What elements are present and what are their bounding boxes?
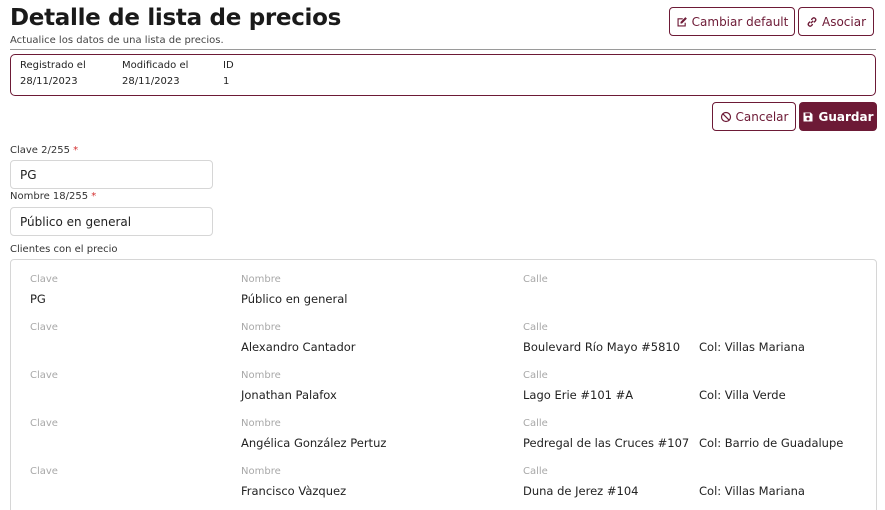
associate-button[interactable]: Asociar (798, 7, 874, 36)
client-row[interactable]: Clave PG Nombre Público en general Calle (11, 274, 876, 322)
client-row[interactable]: Clave Nombre Jonathan Palafox Calle Lago E… (11, 370, 876, 418)
client-clave: Clave (30, 322, 58, 333)
client-colonia: Col: Villa Verde (699, 388, 786, 402)
nombre-input[interactable] (10, 207, 213, 236)
change-default-button[interactable]: Cambiar default (669, 7, 795, 36)
registered-label: Registrado el (20, 60, 86, 71)
modified-info: Modificado el 28/11/2023 (122, 60, 188, 87)
client-nombre: Nombre Alexandro Cantador (241, 322, 356, 354)
clave-input[interactable] (10, 160, 213, 189)
client-nombre: Nombre Jonathan Palafox (241, 370, 337, 402)
client-colonia: Col: Villas Mariana (699, 484, 805, 498)
record-metadata: Registrado el 28/11/2023 Modificado el 2… (10, 54, 876, 96)
change-default-label: Cambiar default (691, 14, 789, 29)
client-clave: Clave (30, 370, 58, 381)
modified-label: Modificado el (122, 60, 189, 71)
required-mark: * (73, 145, 79, 156)
clients-label: Clientes con el precio (10, 244, 118, 255)
client-colonia: Col: Barrio de Guadalupe (699, 436, 844, 450)
floppy-disk-icon (803, 112, 813, 121)
registered-value: 28/11/2023 (20, 76, 78, 87)
associate-label: Asociar (821, 14, 867, 29)
header-divider (10, 49, 876, 50)
save-button[interactable]: Guardar (799, 102, 877, 131)
client-clave: Clave (30, 418, 58, 429)
client-nombre: Nombre Angélica González Pertuz (241, 418, 387, 450)
client-row[interactable]: Clave Nombre Francisco Vàzquez Calle Duna … (11, 466, 876, 510)
client-row[interactable]: Clave Nombre Angélica González Pertuz Cal… (11, 418, 876, 466)
cancel-button[interactable]: Cancelar (712, 102, 796, 131)
client-calle: Calle Duna de Jerez #104 (523, 466, 639, 498)
clave-label: Clave 2/255 * (10, 145, 79, 156)
ban-icon (720, 111, 731, 122)
nombre-label: Nombre 18/255 * (10, 191, 97, 202)
clients-list: Clave PG Nombre Público en general Calle C… (10, 259, 877, 510)
client-row[interactable]: Clave Nombre Alexandro Cantador Calle Boul… (11, 322, 876, 370)
registered-info: Registrado el 28/11/2023 (20, 60, 86, 87)
edit-icon (677, 16, 687, 26)
client-clave: Clave (30, 466, 58, 477)
id-label: ID (223, 60, 234, 71)
link-icon (807, 16, 817, 27)
id-info: ID 1 (223, 60, 234, 87)
modified-value: 28/11/2023 (122, 76, 180, 87)
page-subtitle: Actualice los datos de una lista de prec… (10, 35, 224, 46)
client-calle: Calle Lago Erie #101 #A (523, 370, 634, 402)
client-nombre: Nombre Público en general (241, 274, 348, 306)
client-clave: Clave PG (30, 274, 58, 306)
client-nombre: Nombre Francisco Vàzquez (241, 466, 347, 498)
required-mark: * (91, 191, 97, 202)
save-label: Guardar (818, 109, 874, 124)
page-title: Detalle de lista de precios (10, 5, 342, 31)
id-value: 1 (223, 76, 230, 87)
client-calle: Calle (523, 274, 548, 285)
client-colonia: Col: Villas Mariana (699, 340, 805, 354)
client-calle: Calle Pedregal de las Cruces #107 (523, 418, 690, 450)
client-calle: Calle Boulevard Río Mayo #5810 (523, 322, 681, 354)
cancel-label: Cancelar (735, 109, 789, 124)
